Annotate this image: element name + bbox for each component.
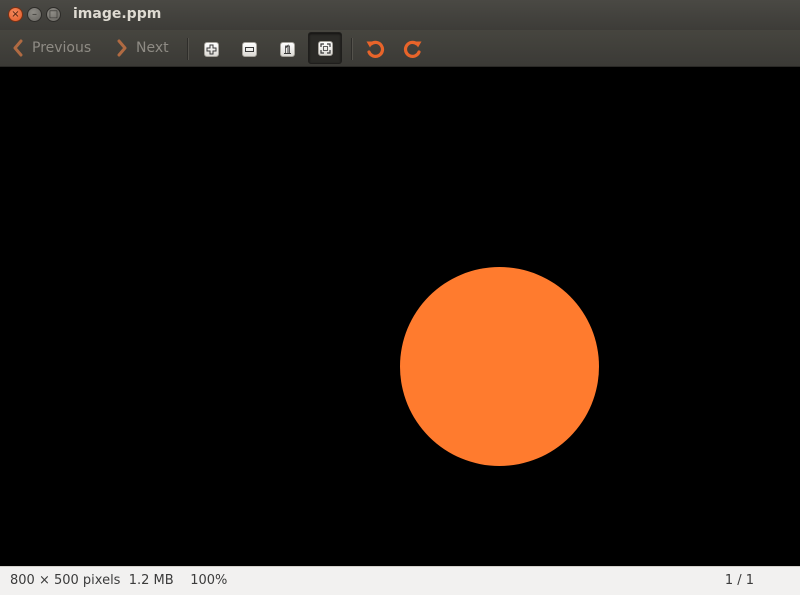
image-viewer-window: × – □ image.ppm Previous Next 800 × 500 … bbox=[0, 0, 800, 595]
best-fit-button[interactable] bbox=[308, 32, 342, 64]
close-window-button[interactable]: × bbox=[8, 7, 23, 22]
rotate-left-button[interactable] bbox=[362, 36, 388, 62]
next-label: Next bbox=[136, 40, 169, 56]
previous-button[interactable]: Previous bbox=[12, 37, 91, 59]
zoom-in-button[interactable] bbox=[198, 36, 224, 62]
toolbar-separator bbox=[351, 38, 353, 60]
image-canvas[interactable] bbox=[0, 67, 800, 566]
next-button[interactable]: Next bbox=[116, 37, 169, 59]
close-icon: × bbox=[11, 8, 20, 20]
maximize-icon: □ bbox=[48, 8, 59, 20]
status-bar: 800 × 500 pixels 1.2 MB 100% 1 / 1 bbox=[0, 566, 800, 595]
status-info: 800 × 500 pixels 1.2 MB 100% bbox=[10, 573, 227, 588]
best-fit-icon bbox=[319, 42, 331, 54]
image-position: 1 / 1 bbox=[724, 573, 754, 588]
minimize-window-button[interactable]: – bbox=[27, 7, 42, 22]
title-bar: × – □ image.ppm bbox=[0, 0, 800, 30]
rotate-clockwise-icon bbox=[403, 40, 422, 58]
toolbar-separator bbox=[187, 38, 189, 60]
normal-size-button[interactable] bbox=[274, 36, 300, 62]
rotate-right-button[interactable] bbox=[400, 36, 426, 62]
zoom-in-icon bbox=[206, 44, 216, 54]
window-title: image.ppm bbox=[73, 6, 162, 22]
previous-label: Previous bbox=[32, 40, 92, 56]
chevron-right-icon bbox=[117, 39, 127, 57]
toolbar: Previous Next bbox=[0, 30, 800, 67]
minimize-icon: – bbox=[32, 8, 37, 20]
rotate-counterclockwise-icon bbox=[366, 40, 385, 58]
orange-circle bbox=[400, 267, 599, 466]
zoom-level: 100% bbox=[190, 573, 228, 588]
zoom-out-icon bbox=[244, 46, 254, 52]
image-dimensions: 800 × 500 pixels bbox=[10, 573, 121, 588]
zoom-out-button[interactable] bbox=[236, 36, 262, 62]
window-controls: × – □ bbox=[8, 7, 61, 22]
file-size: 1.2 MB bbox=[128, 573, 174, 588]
normal-size-icon bbox=[283, 43, 291, 54]
maximize-window-button[interactable]: □ bbox=[46, 7, 61, 22]
chevron-left-icon bbox=[13, 39, 23, 57]
